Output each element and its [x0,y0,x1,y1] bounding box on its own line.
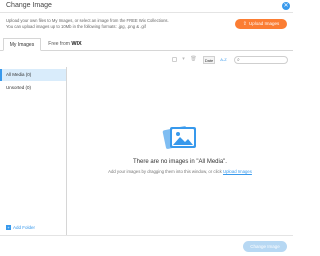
window-title: Change Image [6,2,52,9]
sidebar-item-label: Unsorted (0) [6,85,32,90]
upload-icon: ⇪ [242,21,247,27]
trash-icon[interactable]: 🗑 [190,56,197,63]
images-icon [162,126,196,149]
add-folder-label: Add Folder [13,224,36,230]
plus-icon: + [6,225,11,230]
intro-text: Upload your own files to My Images, or s… [6,18,226,30]
add-folder-button[interactable]: + Add Folder [6,225,35,230]
tab-free-from-wix[interactable]: Free from WIX [43,38,87,51]
upload-images-label: Upload Images [248,21,280,26]
empty-state-hint: Add your images by dragging them into th… [67,169,293,174]
dialog-footer: Change Image [0,235,293,256]
empty-state-title: There are no images in "All Media". [133,159,227,165]
upload-images-button[interactable]: ⇪ Upload Images [235,19,287,29]
empty-state-hint-text: Add your images by dragging them into th… [108,169,223,174]
tab-bar: My Images Free from WIX [0,38,293,51]
search-icon: ⌕ [237,57,240,63]
tab-my-images[interactable]: My Images [3,38,41,51]
sort-by-name-button[interactable]: A-Z [218,56,229,64]
tab-my-images-label: My Images [9,42,35,48]
sidebar-item-label: All Media (0) [6,72,32,77]
search-input[interactable]: ⌕ [234,56,288,64]
media-grid[interactable]: There are no images in "All Media". Add … [67,67,293,235]
title-bar: Change Image ✕ [0,0,293,13]
close-icon[interactable]: ✕ [282,2,290,10]
tab-free-label: Free from [48,41,70,47]
sidebar-item-all-media[interactable]: All Media (0) [0,69,66,81]
intro-line-2: You can upload images up to 10Mb in the … [6,24,146,29]
wix-logo: WIX [71,41,82,47]
upload-images-link[interactable]: Upload Images [223,169,252,174]
folder-sidebar: All Media (0) Unsorted (0) + Add Folder [0,67,67,235]
sidebar-item-unsorted[interactable]: Unsorted (0) [0,82,66,94]
media-toolbar: ▾ 🗑 Date A-Z ⌕ [0,52,293,67]
change-image-button[interactable]: Change Image [243,241,287,252]
chevron-down-icon[interactable]: ▾ [180,56,187,63]
select-all-checkbox[interactable] [172,57,177,62]
sort-by-date-button[interactable]: Date [203,56,215,64]
